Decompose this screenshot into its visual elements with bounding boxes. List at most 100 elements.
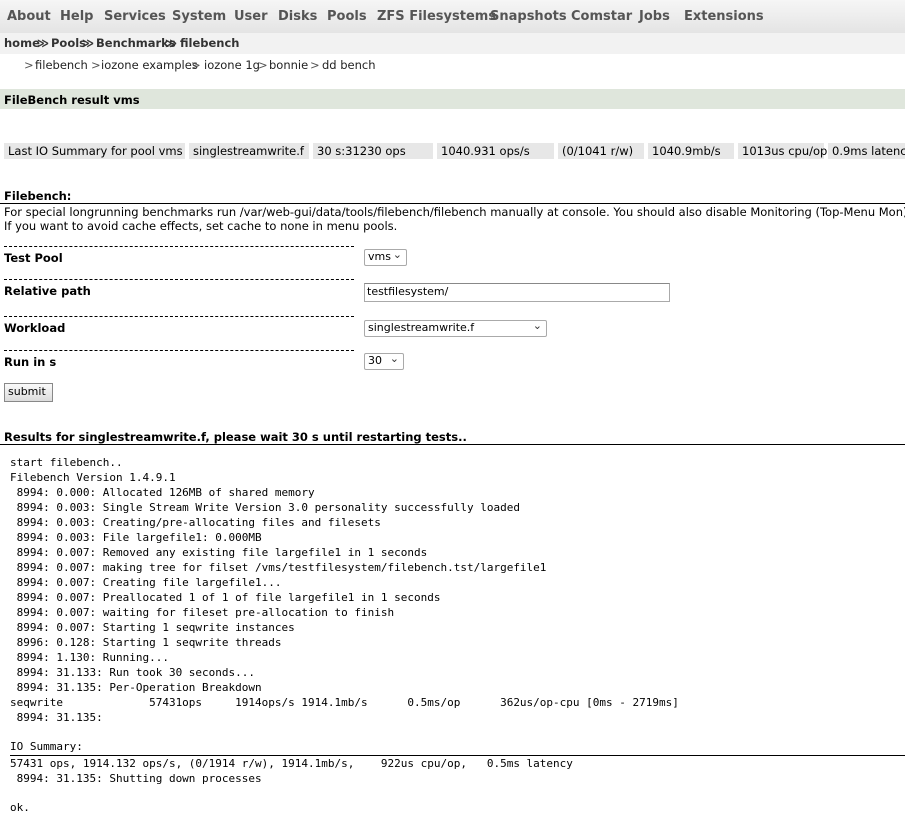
subnav-dd-bench[interactable]: dd bench xyxy=(322,58,376,72)
io-summary-title: IO Summary: xyxy=(10,740,83,753)
output-line: 8994: 0.000: Allocated 126MB of shared m… xyxy=(10,486,315,499)
submit-label: submit xyxy=(8,385,46,398)
summary-ops: 30 s:31230 ops xyxy=(317,144,406,158)
results-title: Results for singlestreamwrite.f, please … xyxy=(4,430,467,444)
output-line: 8994: 0.007: Removed any existing file l… xyxy=(10,546,428,559)
output-line: 8994: 31.135: xyxy=(10,711,103,724)
summary-cell: singlestreamwrite.f xyxy=(189,143,309,159)
subnav-separator: > xyxy=(91,58,101,72)
menu-snapshots[interactable]: Snapshots xyxy=(490,9,567,24)
output-line: 8994: 31.135: Per-Operation Breakdown xyxy=(10,681,262,694)
run-duration-label: Run in s xyxy=(4,355,57,369)
breadcrumb-separator: ≫ xyxy=(165,36,178,50)
workload-select[interactable]: singlestreamwrite.f ⌄ xyxy=(364,319,547,337)
io-summary-line: 57431 ops, 1914.132 ops/s, (0/1914 r/w),… xyxy=(10,757,573,770)
menu-zfs-filesystems[interactable]: ZFS Filesystems xyxy=(377,9,496,24)
output-line: 8994: 0.003: Creating/pre-allocating fil… xyxy=(10,516,381,529)
summary-cell: 1013us cpu/op xyxy=(738,143,828,159)
run-duration-select[interactable]: 30 ⌄ xyxy=(364,352,404,370)
divider xyxy=(4,279,354,280)
subnav-separator: > xyxy=(191,58,201,72)
test-pool-select[interactable]: vms ⌄ xyxy=(364,248,407,266)
workload-label: Workload xyxy=(4,321,66,335)
menu-help[interactable]: Help xyxy=(60,9,93,24)
chevron-down-icon: ⌄ xyxy=(392,248,402,261)
relative-path-label: Relative path xyxy=(4,284,91,298)
relative-path-input[interactable]: testfilesystem/ xyxy=(364,283,670,302)
filebench-title: Filebench: xyxy=(4,189,72,203)
chevron-down-icon: ⌄ xyxy=(389,352,399,365)
menu-disks[interactable]: Disks xyxy=(278,9,317,24)
sub-navigation: > filebench > iozone examples > iozone 1… xyxy=(0,54,905,76)
summary-ops-per-s: 1040.931 ops/s xyxy=(441,144,530,158)
summary-cell: Last IO Summary for pool vms xyxy=(4,143,185,159)
breadcrumb-filebench[interactable]: filebench xyxy=(180,36,240,50)
subnav-bonnie[interactable]: bonnie xyxy=(269,58,308,72)
summary-latency: 0.9ms latency xyxy=(832,144,905,158)
divider xyxy=(4,350,354,351)
test-pool-label: Test Pool xyxy=(4,251,63,265)
filebench-description: For special longrunning benchmarks run /… xyxy=(4,205,905,219)
output-line: 8994: 0.007: Preallocated 1 of 1 of file… xyxy=(10,591,441,604)
output-line: Filebench Version 1.4.9.1 xyxy=(10,471,176,484)
subnav-separator: > xyxy=(310,58,320,72)
menu-comstar[interactable]: Comstar xyxy=(571,9,632,24)
output-line: 8994: 0.003: Single Stream Write Version… xyxy=(10,501,520,514)
subnav-iozone-1g[interactable]: iozone 1g xyxy=(204,58,260,72)
menu-user[interactable]: User xyxy=(234,9,268,24)
divider xyxy=(4,316,354,317)
summary-cell: 30 s:31230 ops xyxy=(313,143,433,159)
output-line: 8994: 0.007: making tree for filset /vms… xyxy=(10,561,547,574)
breadcrumb-home[interactable]: home xyxy=(4,36,40,50)
output-line: 8994: 31.133: Run took 30 seconds... xyxy=(10,666,256,679)
output-line: seqwrite 57431ops 1914ops/s 1914.1mb/s 0… xyxy=(10,696,679,709)
output-line: 8994: 0.003: File largefile1: 0.000MB xyxy=(10,531,262,544)
breadcrumb-benchmarks[interactable]: Benchmarks xyxy=(96,36,176,50)
summary-mbs: 1040.9mb/s xyxy=(652,144,721,158)
run-duration-value: 30 xyxy=(368,354,382,367)
summary-cell: (0/1041 r/w) xyxy=(558,143,644,159)
output-line: 8996: 0.128: Starting 1 seqwrite threads xyxy=(10,636,282,649)
output-line: 8994: 0.007: Creating file largefile1... xyxy=(10,576,282,589)
summary-rw: (0/1041 r/w) xyxy=(562,144,634,158)
menu-system[interactable]: System xyxy=(172,9,226,24)
submit-button[interactable]: submit xyxy=(4,383,53,402)
output-line: 8994: 0.007: waiting for fileset pre-all… xyxy=(10,606,395,619)
output-line: 8994: 1.130: Running... xyxy=(10,651,169,664)
result-header-bar: FileBench result vms xyxy=(0,89,905,109)
subnav-lead-icon: > xyxy=(24,58,34,72)
divider xyxy=(0,203,905,204)
summary-workload: singlestreamwrite.f xyxy=(193,144,304,158)
subnav-separator: > xyxy=(258,58,268,72)
summary-cell: 1040.9mb/s xyxy=(648,143,734,159)
summary-cell: 1040.931 ops/s xyxy=(437,143,554,159)
menu-extensions[interactable]: Extensions xyxy=(684,9,764,24)
breadcrumb-separator: ≫ xyxy=(37,36,50,50)
breadcrumb-separator: ≫ xyxy=(82,36,95,50)
divider xyxy=(4,246,354,247)
divider xyxy=(0,444,905,445)
breadcrumb-pools[interactable]: Pools xyxy=(51,36,86,50)
output-line: 8994: 31.135: Shutting down processes xyxy=(10,772,262,785)
relative-path-value: testfilesystem/ xyxy=(367,285,449,298)
output-line: start filebench.. xyxy=(10,456,123,469)
workload-value: singlestreamwrite.f xyxy=(368,321,475,334)
subnav-filebench[interactable]: filebench xyxy=(35,58,88,72)
menu-jobs[interactable]: Jobs xyxy=(639,9,670,24)
menu-pools[interactable]: Pools xyxy=(327,9,367,24)
top-menu-bar: About Help Services System User Disks Po… xyxy=(0,0,905,34)
summary-cpu: 1013us cpu/op xyxy=(742,144,828,158)
filebench-cache-hint: If you want to avoid cache effects, set … xyxy=(4,219,398,233)
menu-services[interactable]: Services xyxy=(104,9,166,24)
chevron-down-icon: ⌄ xyxy=(532,319,542,332)
output-line: ok. xyxy=(10,801,30,814)
result-header-title: FileBench result vms xyxy=(4,93,140,107)
summary-pool: Last IO Summary for pool vms xyxy=(8,144,183,158)
breadcrumb: home ≫ Pools ≫ Benchmarks ≫ filebench xyxy=(0,33,905,54)
summary-cell: 0.9ms latency xyxy=(828,143,905,159)
subnav-iozone-examples[interactable]: iozone examples xyxy=(101,58,198,72)
divider xyxy=(10,755,905,756)
test-pool-value: vms xyxy=(368,250,391,263)
menu-about[interactable]: About xyxy=(7,9,51,24)
output-line: 8994: 0.007: Starting 1 seqwrite instanc… xyxy=(10,621,295,634)
